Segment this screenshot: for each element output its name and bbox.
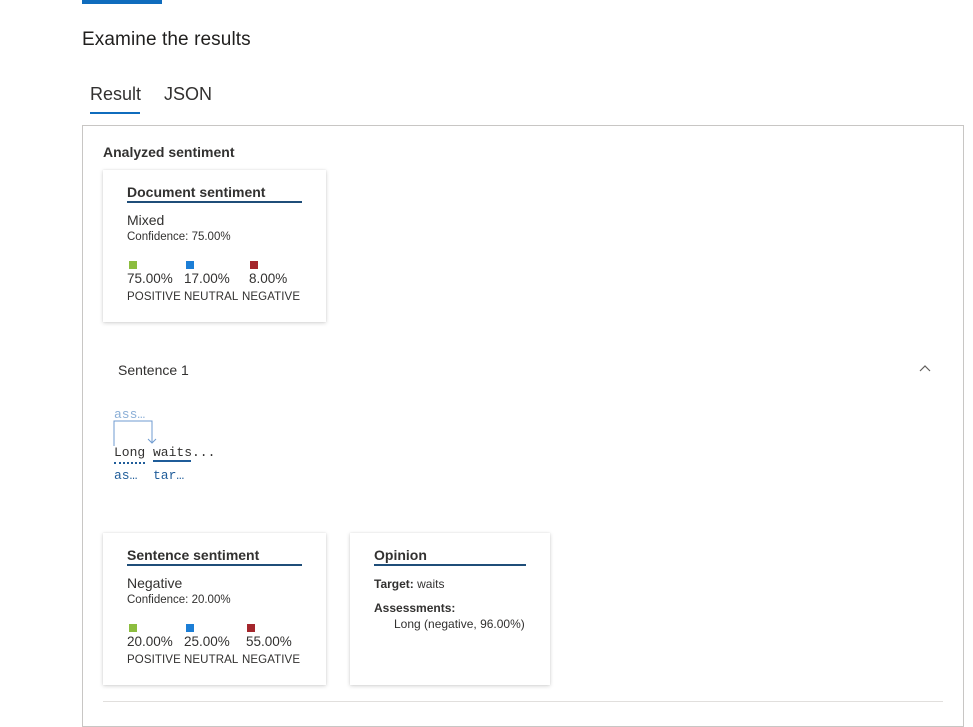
score-positive: 75.00% POSITIVE <box>127 261 181 303</box>
opinion-target: Target: waits <box>374 577 444 591</box>
tab-result[interactable]: Result <box>90 84 141 105</box>
sentence-confidence: Confidence: 20.00% <box>127 594 231 606</box>
card-title-underline <box>127 201 302 203</box>
chevron-up-icon[interactable] <box>919 364 931 372</box>
assessment-bottom-label: as… <box>114 468 138 483</box>
section-divider <box>103 701 943 702</box>
sentence-sentiment-label: Negative <box>127 575 183 591</box>
positive-swatch-icon <box>129 261 137 269</box>
neutral-swatch-icon <box>186 261 194 269</box>
score-percent: 55.00% <box>246 634 292 649</box>
card-title-underline <box>374 564 526 566</box>
score-neutral: 17.00% NEUTRAL <box>184 261 238 303</box>
opinion-title: Opinion <box>374 547 427 563</box>
sentence-sentiment-card: Sentence sentiment Negative Confidence: … <box>103 533 326 685</box>
top-accent-bar <box>82 0 162 4</box>
opinion-assessments-key: Assessments: <box>374 601 456 615</box>
positive-swatch-icon <box>129 624 137 632</box>
sentence-1-label: Sentence 1 <box>118 362 189 378</box>
score-percent: 8.00% <box>249 271 288 286</box>
score-category: NEGATIVE <box>242 291 301 303</box>
score-category: NEUTRAL <box>184 654 239 666</box>
sentence-sentiment-title: Sentence sentiment <box>127 547 260 563</box>
neutral-swatch-icon <box>186 624 194 632</box>
score-percent: 75.00% <box>127 271 173 286</box>
score-category: POSITIVE <box>127 654 181 666</box>
target-bottom-label: tar… <box>153 468 185 483</box>
opinion-target-value: waits <box>417 577 445 591</box>
score-percent: 20.00% <box>127 634 173 649</box>
assessment-underline <box>114 460 145 464</box>
opinion-target-key: Target: <box>374 577 414 591</box>
score-category: NEGATIVE <box>242 654 301 666</box>
score-percent: 25.00% <box>184 634 230 649</box>
document-confidence: Confidence: 75.00% <box>127 231 231 243</box>
score-negative: 55.00% NEGATIVE <box>242 624 300 666</box>
analyzed-sentiment-heading: Analyzed sentiment <box>103 144 235 160</box>
sentence-word-long: Long <box>114 445 146 460</box>
active-tab-indicator <box>90 112 140 114</box>
negative-swatch-icon <box>250 261 258 269</box>
card-title-underline <box>127 564 302 566</box>
section-title: Examine the results <box>82 29 251 50</box>
document-sentiment-title: Document sentiment <box>127 184 266 200</box>
opinion-assessment-value: Long (negative, 96.00%) <box>394 617 525 631</box>
score-positive: 20.00% POSITIVE <box>127 624 181 666</box>
result-panel: Analyzed sentiment Document sentiment Mi… <box>82 125 964 727</box>
target-underline <box>153 460 191 462</box>
score-percent: 17.00% <box>184 271 230 286</box>
document-sentiment-card: Document sentiment Mixed Confidence: 75.… <box>103 170 326 322</box>
tab-json[interactable]: JSON <box>164 84 212 105</box>
negative-swatch-icon <box>247 624 255 632</box>
score-negative: 8.00% NEGATIVE <box>242 261 300 303</box>
document-sentiment-label: Mixed <box>127 212 165 228</box>
sentence-ellipsis: ... <box>192 445 216 460</box>
opinion-card: Opinion Target: waits Assessments: Long … <box>350 533 550 685</box>
sentence-word-waits: waits <box>153 445 193 460</box>
score-category: NEUTRAL <box>184 291 239 303</box>
score-category: POSITIVE <box>127 291 181 303</box>
score-neutral: 25.00% NEUTRAL <box>184 624 238 666</box>
